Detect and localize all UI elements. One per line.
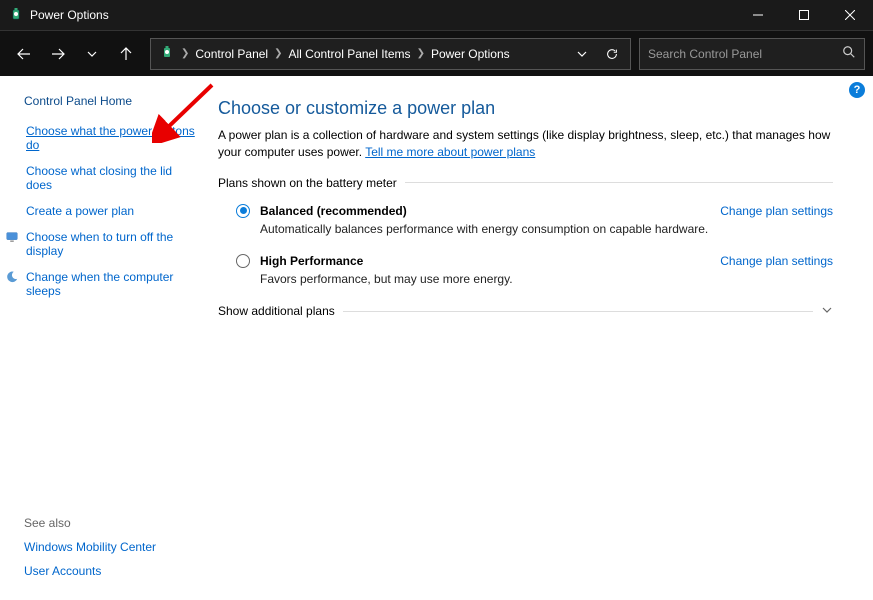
sidebar-task-power-buttons[interactable]: Choose what the power buttons do xyxy=(24,124,200,152)
address-dropdown[interactable] xyxy=(568,48,596,60)
display-icon xyxy=(4,230,20,244)
location-icon xyxy=(159,44,175,63)
toolbar: ❯ Control Panel ❯ All Control Panel Item… xyxy=(0,30,873,76)
sidebar-task-display-off[interactable]: Choose when to turn off the display xyxy=(24,230,200,258)
learn-more-link[interactable]: Tell me more about power plans xyxy=(365,145,535,159)
section-battery-plans: Plans shown on the battery meter xyxy=(218,176,833,190)
plan-name[interactable]: High Performance xyxy=(260,254,363,268)
titlebar: Power Options xyxy=(0,0,873,30)
task-label: Create a power plan xyxy=(26,204,134,218)
sidebar-task-sleep[interactable]: Change when the computer sleeps xyxy=(24,270,200,298)
control-panel-home-link[interactable]: Control Panel Home xyxy=(24,94,200,108)
breadcrumb-item[interactable]: Power Options xyxy=(427,47,514,61)
sidebar-task-lid[interactable]: Choose what closing the lid does xyxy=(24,164,200,192)
see-also-header: See also xyxy=(24,516,200,530)
sidebar-task-create-plan[interactable]: Create a power plan xyxy=(24,204,200,218)
app-icon xyxy=(8,6,24,25)
task-label: Choose what the power buttons do xyxy=(26,124,200,152)
search-box[interactable] xyxy=(639,38,865,70)
back-button[interactable] xyxy=(8,38,40,70)
refresh-button[interactable] xyxy=(598,47,626,61)
page-heading: Choose or customize a power plan xyxy=(218,98,833,119)
close-button[interactable] xyxy=(827,0,873,30)
task-label: Change when the computer sleeps xyxy=(26,270,200,298)
maximize-button[interactable] xyxy=(781,0,827,30)
change-plan-settings-link[interactable]: Change plan settings xyxy=(720,254,833,268)
minimize-button[interactable] xyxy=(735,0,781,30)
plan-radio[interactable] xyxy=(236,204,250,218)
sidebar: Control Panel Home Choose what the power… xyxy=(0,76,210,600)
plan-radio[interactable] xyxy=(236,254,250,268)
window-title: Power Options xyxy=(30,8,735,22)
see-also-accounts[interactable]: User Accounts xyxy=(24,564,200,578)
forward-button[interactable] xyxy=(42,38,74,70)
main-content: Choose or customize a power plan A power… xyxy=(210,76,873,600)
plan-description: Favors performance, but may use more ene… xyxy=(260,272,833,286)
see-also-mobility[interactable]: Windows Mobility Center xyxy=(24,540,200,554)
breadcrumb-item[interactable]: Control Panel xyxy=(191,47,272,61)
plan-name[interactable]: Balanced (recommended) xyxy=(260,204,407,218)
section-additional-plans[interactable]: Show additional plans xyxy=(218,304,833,319)
search-input[interactable] xyxy=(648,47,842,61)
plan-high-performance: High Performance Change plan settings Fa… xyxy=(236,254,833,286)
task-label: Choose when to turn off the display xyxy=(26,230,200,258)
task-label: Choose what closing the lid does xyxy=(26,164,200,192)
plan-description: Automatically balances performance with … xyxy=(260,222,833,236)
up-button[interactable] xyxy=(110,38,142,70)
chevron-down-icon xyxy=(821,304,833,319)
address-bar[interactable]: ❯ Control Panel ❯ All Control Panel Item… xyxy=(150,38,631,70)
search-icon[interactable] xyxy=(842,45,856,62)
breadcrumb-item[interactable]: All Control Panel Items xyxy=(285,47,415,61)
change-plan-settings-link[interactable]: Change plan settings xyxy=(720,204,833,218)
chevron-right-icon[interactable]: ❯ xyxy=(415,48,427,59)
moon-icon xyxy=(4,270,20,284)
help-icon[interactable]: ? xyxy=(849,82,865,98)
recent-dropdown[interactable] xyxy=(76,38,108,70)
plan-balanced: Balanced (recommended) Change plan setti… xyxy=(236,204,833,236)
chevron-right-icon[interactable]: ❯ xyxy=(272,48,284,59)
chevron-right-icon[interactable]: ❯ xyxy=(179,48,191,59)
page-description: A power plan is a collection of hardware… xyxy=(218,127,833,162)
